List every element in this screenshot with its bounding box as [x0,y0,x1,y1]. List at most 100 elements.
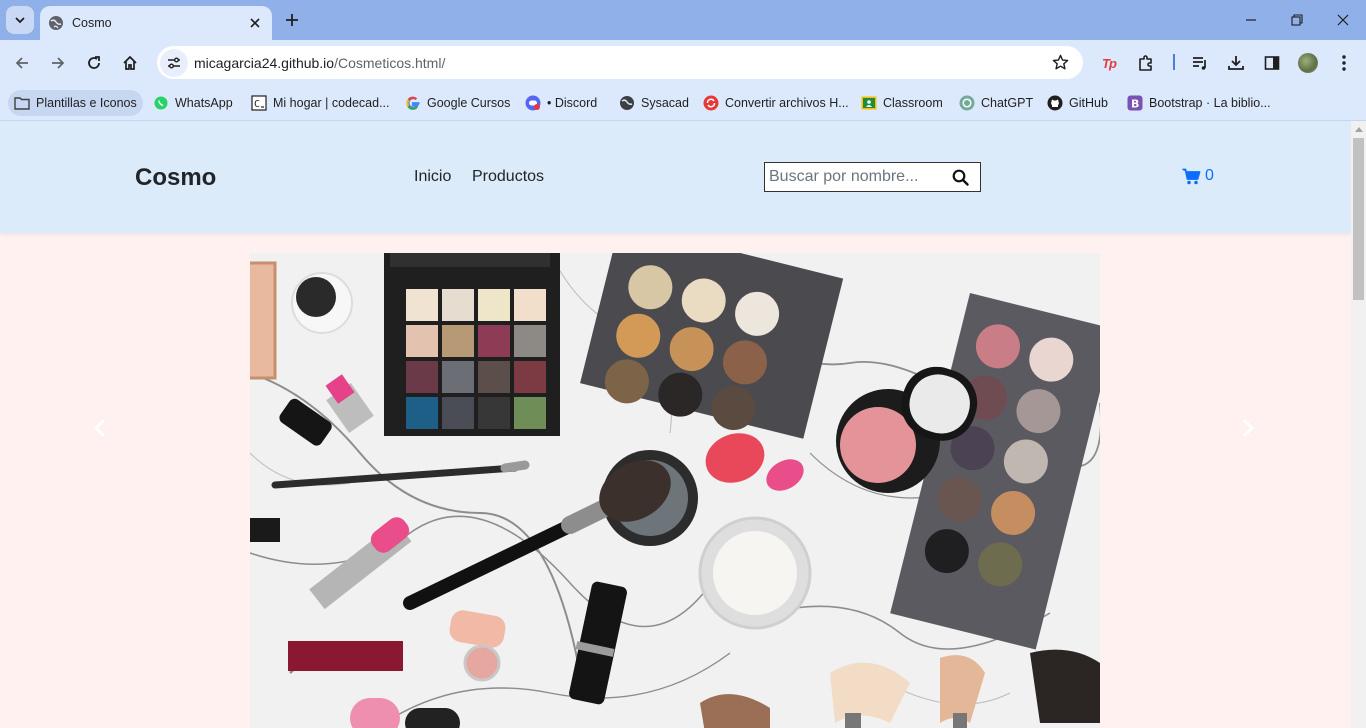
google-icon [405,95,421,111]
triangle-up-icon [1354,127,1363,132]
profile-button[interactable] [1295,50,1321,76]
bookmark-chatgpt[interactable]: ChatGPT [959,90,1033,116]
convert-icon [703,95,719,111]
bookmark-label: Convertir archivos H... [725,96,849,110]
site-info-button[interactable] [160,48,188,77]
restore-button[interactable] [1285,8,1309,32]
tab-close-button[interactable] [246,14,264,32]
star-icon [1052,54,1068,70]
carousel-slide-image [250,253,1100,728]
chevron-left-icon [93,418,106,438]
bookmark-label: Sysacad [641,96,689,110]
extensions-button[interactable] [1133,50,1159,76]
bookmark-bootstrap[interactable]: B Bootstrap · La biblio... [1127,90,1271,116]
scrollbar-thumb[interactable] [1353,138,1364,300]
download-icon [1228,56,1244,70]
reload-icon [88,56,100,69]
browser-tabstrip: Cosmo [0,0,1366,40]
arrow-left-icon [15,57,28,69]
chatgpt-icon [959,95,975,111]
new-tab-button[interactable] [281,9,303,31]
bookmark-github[interactable]: GitHub [1047,90,1108,116]
whatsapp-icon [153,95,169,111]
home-icon [123,55,137,70]
bookmark-label: Mi hogar | codecad... [273,96,390,110]
minimize-icon [1246,19,1256,21]
address-bar[interactable]: micagarcia24.github.io/Cosmeticos.html/ [157,46,1083,79]
globe-icon [48,15,64,31]
arrow-right-icon [52,57,65,69]
cart-count: 0 [1205,167,1214,184]
reload-button[interactable] [81,50,107,76]
avatar [1298,53,1318,73]
extension-tp-button[interactable]: Tp [1096,50,1122,76]
cosmetics-flatlay-image [250,253,1100,728]
hero-carousel [0,233,1351,728]
scroll-up-button[interactable] [1351,121,1366,137]
carousel-next-button[interactable] [1233,413,1263,443]
side-panel-icon [1264,56,1280,70]
page-scrollbar[interactable] [1351,121,1366,728]
close-icon [1337,14,1349,26]
discord-icon [525,95,541,111]
downloads-button[interactable] [1223,50,1249,76]
bookmark-classroom[interactable]: Classroom [861,90,943,116]
bookmark-folder-plantillas[interactable]: Plantillas e Iconos [8,90,143,116]
bookmark-label: Plantillas e Iconos [36,96,137,110]
chevron-down-icon [15,17,25,24]
close-window-button[interactable] [1331,8,1355,32]
carousel-prev-button[interactable] [85,413,115,443]
toolbar-separator [1173,54,1175,70]
bookmark-codecademy[interactable]: C Mi hogar | codecad... [251,90,390,116]
side-panel-button[interactable] [1259,50,1285,76]
bookmark-star-button[interactable] [1047,50,1073,76]
cart-button[interactable]: 0 [1182,167,1214,185]
close-icon [250,18,260,28]
url-path: /Cosmeticos.html/ [334,54,446,71]
site-navbar: Cosmo Inicio Productos 0 [0,121,1351,233]
svg-text:B: B [1131,98,1139,111]
url-text: micagarcia24.github.io/Cosmeticos.html/ [194,55,1047,71]
bookmark-label: Classroom [883,96,943,110]
codecademy-icon: C [251,95,267,111]
minimize-button[interactable] [1239,8,1263,32]
bookmark-label: Google Cursos [427,96,511,110]
tp-extension-icon: Tp [1102,55,1117,71]
browser-tab-active[interactable]: Cosmo [40,6,272,40]
home-button[interactable] [117,50,143,76]
nav-link-inicio[interactable]: Inicio [414,168,451,186]
product-search-input[interactable] [765,168,945,186]
nav-link-productos[interactable]: Productos [472,168,544,186]
puzzle-icon [1139,55,1152,71]
url-host: micagarcia24.github.io [194,54,335,71]
browser-toolbar: micagarcia24.github.io/Cosmeticos.html/ … [0,40,1366,85]
bookmark-label: WhatsApp [175,96,233,110]
media-controls-button[interactable] [1187,50,1213,76]
chevron-right-icon [1242,418,1255,438]
bookmark-google-cursos[interactable]: Google Cursos [405,90,510,116]
product-search-form [764,162,981,192]
plus-icon [286,14,298,26]
bookmarks-bar: Plantillas e Iconos WhatsApp C Mi hogar … [0,85,1366,121]
bookmark-whatsapp[interactable]: WhatsApp [153,90,233,116]
classroom-icon [861,95,877,111]
bookmark-sysacad[interactable]: Sysacad [619,90,689,116]
bookmark-label: GitHub [1069,96,1108,110]
search-submit-button[interactable] [945,163,975,191]
globe-icon [619,95,635,111]
bootstrap-icon: B [1127,95,1143,111]
back-button[interactable] [9,50,35,76]
svg-text:C: C [254,99,260,110]
browser-menu-button[interactable] [1331,50,1357,76]
bookmark-convertir[interactable]: Convertir archivos H... [703,90,849,116]
tab-title: Cosmo [72,16,112,30]
tab-search-button[interactable] [6,6,34,34]
forward-button[interactable] [45,50,71,76]
search-icon [952,169,969,186]
tune-icon [168,57,180,68]
github-icon [1047,95,1063,111]
playlist-icon [1193,57,1206,70]
restore-icon [1291,14,1303,26]
bookmark-discord[interactable]: • Discord [525,90,597,116]
site-brand-link[interactable]: Cosmo [135,164,216,192]
